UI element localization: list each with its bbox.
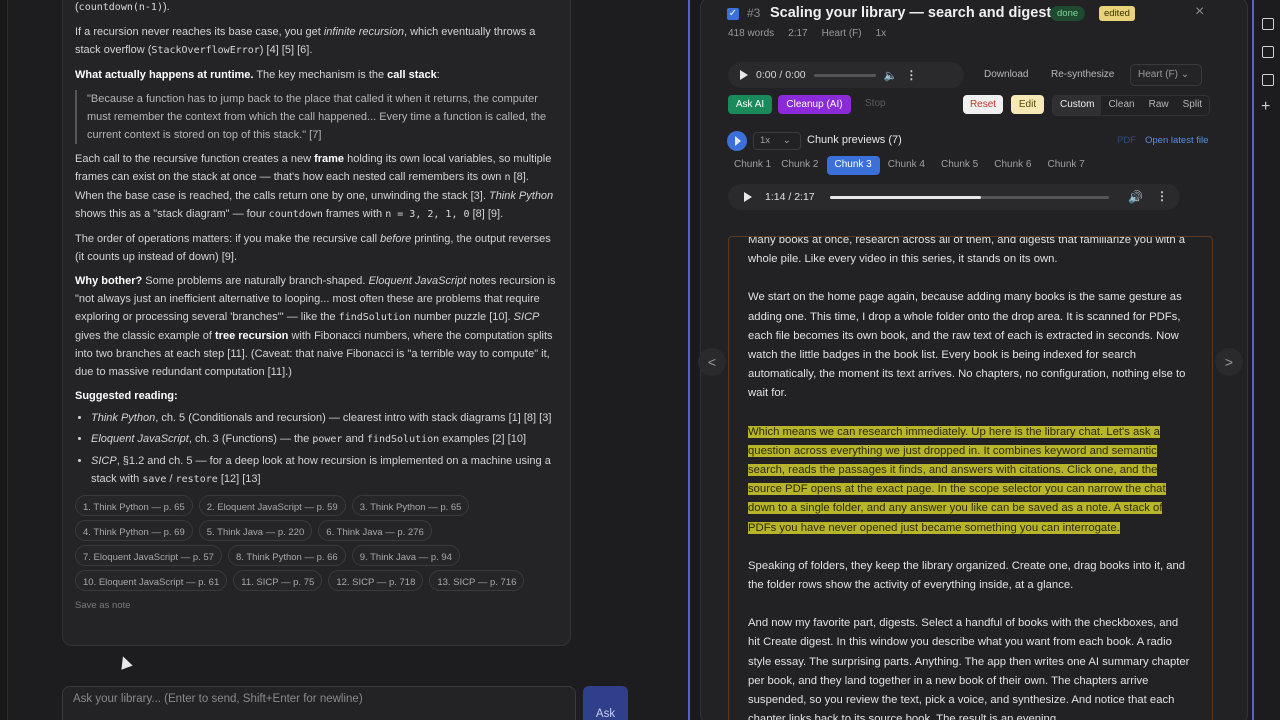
citation-chip[interactable]: 13. SICP — p. 716 (429, 570, 525, 591)
more-options-icon[interactable]: ⋮ (1156, 189, 1168, 203)
citation-chip[interactable]: 9. Think Java — p. 94 (351, 545, 460, 566)
citation-chip[interactable]: 3. Think Python — p. 65 (351, 495, 470, 516)
citation-row: 10. Eloquent JavaScript — p. 61 11. SICP… (75, 570, 560, 591)
tab-chunk-1[interactable]: Chunk 1 (730, 156, 779, 175)
tab-chunk-3[interactable]: Chunk 3 (826, 156, 880, 175)
citation-chip[interactable]: 8. Think Python — p. 66 (227, 545, 346, 566)
citation-chip[interactable]: 12. SICP — p. 718 (328, 570, 424, 591)
window-icon[interactable] (1262, 18, 1274, 30)
tab-custom[interactable]: Custom (1053, 96, 1102, 115)
chevron-down-icon: ⌄ (1180, 69, 1190, 80)
citation-chip[interactable]: 10. Eloquent JavaScript — p. 61 (75, 570, 228, 591)
chunk-text: Many books at once, research across all … (748, 236, 1193, 720)
chunk-tabs: Chunk 1 Chunk 2 Chunk 3 Chunk 4 Chunk 5 … (730, 156, 1093, 175)
resynthesize-button[interactable]: Re-synthesize (1051, 69, 1114, 80)
list-item: Think Python, ch. 5 (Conditionals and re… (91, 409, 560, 427)
cleanup-ai-button[interactable]: Cleanup (AI) (778, 95, 851, 114)
player-time: 1:14 / 2:17 (765, 191, 815, 203)
left-edge (0, 0, 8, 720)
book-icon[interactable] (1262, 74, 1274, 86)
paragraph: We start on the home page again, because… (748, 291, 1186, 400)
chunk-text-area[interactable]: Many books at once, research across all … (728, 236, 1213, 720)
paragraph: Speaking of folders, they keep the libra… (748, 559, 1186, 592)
volume-icon[interactable]: 🔊 (1128, 190, 1143, 204)
ask-library-input[interactable]: Ask your library... (Enter to send, Shif… (62, 686, 576, 720)
paragraph: Many books at once, research across all … (748, 236, 1186, 266)
duration: 2:17 (788, 28, 808, 39)
inline-code: countdown(n-1) (78, 2, 163, 13)
citation-chip[interactable]: 5. Think Java — p. 220 (198, 520, 313, 541)
reading-list: Think Python, ch. 5 (Conditionals and re… (91, 409, 560, 489)
select-checkbox[interactable]: ✓ (727, 8, 739, 20)
citation-chip[interactable]: 4. Think Python — p. 69 (75, 520, 193, 541)
list-item: SICP, §1.2 and ch. 5 — for a deep look a… (91, 452, 560, 489)
list-item: Eloquent JavaScript, ch. 3 (Functions) —… (91, 430, 560, 449)
tab-chunk-2[interactable]: Chunk 2 (779, 156, 826, 175)
citation-chip[interactable]: 11. SICP — p. 75 (233, 570, 323, 591)
chapter-number: #3 (747, 6, 761, 20)
tab-chunk-4[interactable]: Chunk 4 (880, 156, 933, 175)
voice-select[interactable]: Heart (F) ⌄ (1130, 64, 1202, 86)
tab-chunk-7[interactable]: Chunk 7 (1040, 156, 1093, 175)
status-badge-done: done (1050, 6, 1086, 21)
download-button[interactable]: Download (984, 69, 1028, 80)
play-icon[interactable] (740, 70, 748, 80)
tab-chunk-5[interactable]: Chunk 5 (933, 156, 986, 175)
chat-answer: (countdown(n-1)). If a recursion never r… (75, 0, 560, 615)
chapter-meta: 418 words 2:17 Heart (F) 1x (728, 28, 886, 39)
pdf-link[interactable]: PDF (1117, 135, 1136, 146)
citation-chip[interactable]: 1. Think Python — p. 65 (75, 495, 193, 516)
status-badge-edited: edited (1099, 6, 1135, 21)
open-latest-file-link[interactable]: Open latest file (1145, 135, 1208, 146)
stop-button[interactable]: Stop (865, 98, 886, 109)
blockquote: "Because a function has to jump back to … (75, 90, 560, 144)
volume-icon[interactable]: 🔈 (884, 69, 898, 82)
tab-chunk-6[interactable]: Chunk 6 (986, 156, 1039, 175)
citation-chip[interactable]: 6. Think Java — p. 276 (318, 520, 432, 541)
citation-chip[interactable]: 7. Eloquent JavaScript — p. 57 (75, 545, 222, 566)
word-count: 418 words (728, 28, 775, 39)
paragraph-highlighted: Which means we can research immediately.… (748, 425, 1166, 534)
chunk-previews-label: Chunk previews (7) (807, 134, 902, 146)
text-mode-tabs: Custom Clean Raw Split (1052, 95, 1211, 116)
chunk-audio-player: 1:14 / 2:17 🔊 ⋮ (728, 184, 1180, 210)
tab-clean[interactable]: Clean (1101, 96, 1141, 115)
play-icon (735, 136, 741, 146)
save-icon[interactable] (1262, 46, 1274, 58)
save-as-note-button[interactable]: Save as note (75, 597, 560, 615)
close-icon[interactable]: × (1195, 3, 1204, 21)
chevron-down-icon: ⌄ (782, 135, 791, 146)
citation-row: 4. Think Python — p. 69 5. Think Java — … (75, 520, 560, 541)
audio-player: 0:00 / 0:00 🔈 ⋮ (728, 62, 964, 88)
paragraph: And now my favorite part, digests. Selec… (748, 617, 1190, 720)
more-options-icon[interactable]: ⋮ (905, 68, 917, 82)
plus-icon[interactable]: + (1261, 98, 1270, 116)
preview-play-button[interactable] (727, 131, 747, 151)
next-chapter-button[interactable]: > (1215, 348, 1243, 376)
speed-label: 1x (875, 28, 887, 39)
prev-chapter-button[interactable]: < (698, 348, 726, 376)
tab-split[interactable]: Split (1176, 96, 1209, 115)
reading-heading: Suggested reading: (75, 390, 178, 402)
citation-row: 1. Think Python — p. 65 2. Eloquent Java… (75, 495, 560, 516)
voice-label: Heart (F) (821, 28, 862, 39)
seek-bar[interactable] (830, 196, 1109, 199)
seek-bar-fill (830, 196, 981, 199)
citation-chip[interactable]: 2. Eloquent JavaScript — p. 59 (198, 495, 346, 516)
speed-select[interactable]: 1x ⌄ (753, 132, 801, 150)
play-icon[interactable] (744, 192, 752, 202)
tab-raw[interactable]: Raw (1142, 96, 1176, 115)
chapter-title: Scaling your library — search and digest… (770, 5, 1060, 21)
seek-bar[interactable] (813, 73, 876, 77)
edit-button[interactable]: Edit (1011, 95, 1044, 114)
citation-row: 7. Eloquent JavaScript — p. 57 8. Think … (75, 545, 560, 566)
ask-button[interactable]: Ask (583, 686, 628, 720)
reset-button[interactable]: Reset (963, 95, 1003, 114)
player-time: 0:00 / 0:00 (756, 69, 806, 81)
ask-ai-button[interactable]: Ask AI (728, 95, 772, 114)
